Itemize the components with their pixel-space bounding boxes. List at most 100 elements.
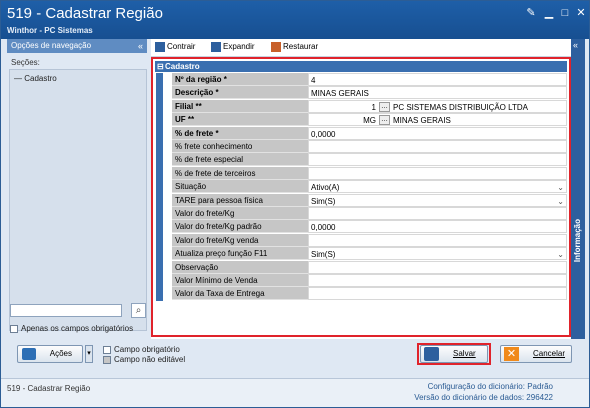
collapse-section-icon[interactable]: ⊟ [157, 61, 164, 72]
app-window: 519 - Cadastrar Região Winthor - PC Sist… [0, 0, 590, 408]
field-label: % de frete especial [172, 153, 308, 167]
expand-label: Expandir [223, 42, 255, 52]
expand-button[interactable]: Expandir [211, 42, 255, 52]
form-row: Valor do frete/Kg padrão 0,0000 [172, 220, 567, 234]
field-input[interactable] [308, 260, 567, 274]
navigation-header-label: Opções de navegação [11, 41, 92, 50]
field-value: 0,0000 [311, 129, 336, 139]
field-value: Sim(S) [311, 250, 336, 260]
field-input[interactable]: MG… MINAS GERAIS [308, 113, 567, 127]
minimize-icon[interactable]: ▁ [541, 6, 557, 20]
cancel-button[interactable]: ✕ Cancelar [500, 345, 572, 363]
collapse-icon [155, 42, 165, 52]
nav-item-cadastro[interactable]: — Cadastro [14, 74, 57, 83]
collapse-button[interactable]: Contrair [155, 42, 195, 52]
window-title: 519 - Cadastrar Região [7, 5, 163, 22]
form-row: % de frete especial [172, 153, 567, 167]
field-label: Nº da região * [172, 73, 308, 86]
form-row: Valor da Taxa de Entrega [172, 287, 567, 301]
field-label: Situação [172, 180, 308, 194]
chevron-down-icon[interactable]: ⌄ [557, 181, 564, 194]
restore-button[interactable]: Restaurar [271, 42, 318, 52]
lookup-description: PC SISTEMAS DISTRIBUIÇÃO LTDA [393, 102, 528, 112]
field-input[interactable]: 0,0000 [308, 126, 567, 140]
field-label: % de frete de terceiros [172, 166, 308, 180]
window-subtitle: Winthor - PC Sistemas [7, 26, 93, 35]
actions-dropdown-button[interactable]: ▾ [85, 345, 93, 363]
lookup-button[interactable]: … [379, 115, 390, 126]
field-select[interactable]: Ativo(A) ⌄ [308, 180, 567, 194]
field-input[interactable] [308, 274, 567, 287]
dictionary-version: Versão do dicionário de dados: 296422 [414, 393, 553, 402]
lookup-description: MINAS GERAIS [393, 116, 451, 126]
cancel-label: Cancelar [533, 349, 566, 358]
legend-not-editable: Campo não editável [103, 355, 185, 364]
field-label: Atualiza preço função F11 [172, 247, 308, 261]
field-input[interactable]: 1… PC SISTEMAS DISTRIBUIÇÃO LTDA [308, 99, 567, 113]
field-input[interactable]: 4 [308, 73, 567, 86]
form-row: Observação [172, 260, 567, 274]
checkbox-box[interactable] [10, 324, 18, 333]
field-value: Sim(S) [311, 196, 336, 206]
field-select[interactable]: Sim(S) ⌄ [308, 193, 567, 208]
form-row: % de frete * 0,0000 [172, 126, 567, 140]
field-input[interactable] [308, 140, 567, 153]
legend-not-editable-swatch [103, 355, 111, 364]
section-header[interactable]: ⊟ Cadastro [155, 61, 567, 72]
search-icon[interactable]: ⌕ [131, 303, 146, 318]
field-input[interactable] [308, 207, 567, 220]
field-input[interactable] [308, 233, 567, 247]
collapse-label: Contrair [167, 42, 196, 52]
restore-icon [271, 42, 281, 52]
cancel-icon: ✕ [504, 347, 519, 361]
field-label: Valor Mínimo de Venda [172, 274, 308, 287]
status-left-text: 519 - Cadastrar Região [7, 384, 91, 393]
info-panel-label: Informação [573, 219, 582, 263]
form-row: % de frete de terceiros [172, 166, 567, 180]
actions-button[interactable]: Ações [17, 345, 83, 363]
nav-search-input[interactable] [10, 304, 122, 317]
field-select[interactable]: Sim(S) ⌄ [308, 247, 567, 261]
field-input[interactable] [308, 287, 567, 301]
field-input[interactable]: MINAS GERAIS [308, 86, 567, 100]
form-row: Nº da região * 4 [172, 73, 567, 86]
field-input[interactable]: 0,0000 [308, 220, 567, 234]
title-bar: 519 - Cadastrar Região Winthor - PC Sist… [1, 1, 589, 39]
expand-icon [211, 42, 221, 52]
save-icon [424, 347, 439, 361]
form-row: Valor do frete/Kg venda [172, 233, 567, 247]
section-title: Cadastro [165, 62, 200, 71]
field-input[interactable] [308, 153, 567, 167]
maximize-icon[interactable]: □ [557, 6, 573, 20]
form-row: Situação Ativo(A) ⌄ [172, 180, 567, 194]
only-required-checkbox[interactable]: Apenas os campos obrigatórios [10, 324, 133, 333]
lookup-button[interactable]: … [379, 101, 390, 112]
chevron-down-icon[interactable]: ⌄ [557, 248, 564, 261]
form-row: % frete conhecimento [172, 140, 567, 153]
chevron-down-icon[interactable]: ⌄ [557, 195, 564, 208]
field-label: % frete conhecimento [172, 140, 308, 153]
field-input[interactable] [308, 166, 567, 180]
info-panel[interactable]: « Informação [571, 39, 585, 339]
legend-required-swatch [103, 345, 111, 354]
sections-tree: — Cadastro [9, 69, 147, 331]
actions-icon [22, 348, 36, 360]
restore-label: Restaurar [283, 42, 319, 52]
nav-item-label: Cadastro [24, 74, 57, 83]
form-toolbar: Contrair Expandir Restaurar [151, 39, 571, 57]
expand-info-icon[interactable]: « [573, 40, 578, 50]
save-button[interactable]: Salvar [420, 345, 488, 363]
close-icon[interactable]: ✕ [573, 6, 589, 20]
collapse-nav-icon[interactable]: « [138, 39, 143, 53]
edit-icon[interactable]: ✎ [523, 6, 539, 20]
field-label: Valor do frete/Kg venda [172, 233, 308, 247]
field-value: Ativo(A) [311, 183, 340, 193]
save-label: Salvar [453, 349, 476, 358]
field-label: Descrição * [172, 86, 308, 100]
field-label: Valor da Taxa de Entrega [172, 287, 308, 301]
only-required-label: Apenas os campos obrigatórios [21, 324, 134, 333]
legend-required: Campo obrigatório [103, 345, 180, 354]
section-indicator [156, 73, 163, 301]
main-panel: Contrair Expandir Restaurar ⊟ Cadastro N… [151, 39, 571, 339]
navigation-header: Opções de navegação « [7, 39, 147, 53]
